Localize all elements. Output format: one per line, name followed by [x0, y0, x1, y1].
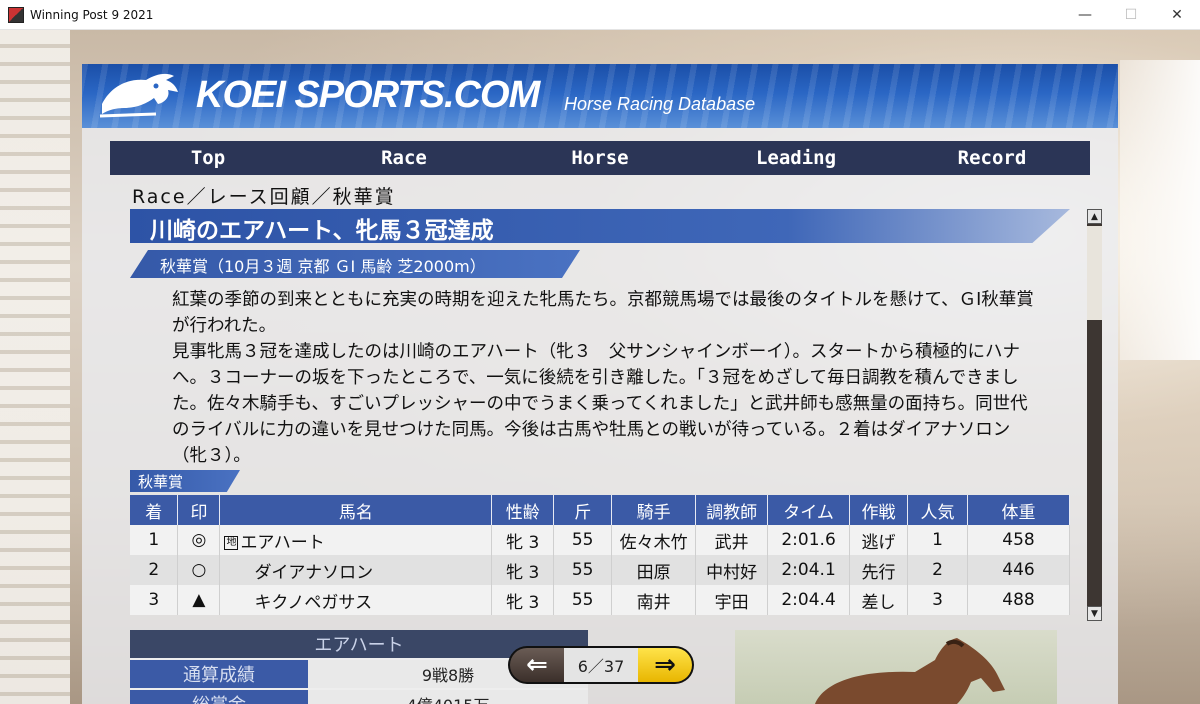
- cell-body-weight: 446: [967, 555, 1071, 585]
- cell-sex-age: 牝 3: [491, 555, 555, 585]
- scroll-up-button[interactable]: ▲: [1087, 209, 1102, 224]
- nav-race[interactable]: Race: [306, 141, 502, 175]
- triangle-up-icon: ▲: [1091, 211, 1098, 222]
- local-horse-badge: 地: [224, 535, 239, 550]
- col-header-popularity: 人気: [907, 495, 968, 525]
- results-table: 着 印 馬名 性齢 斤 騎手 調教師 タイム 作戦 人気 体重 1 ◎ 地エアハ…: [130, 495, 1071, 615]
- prev-page-button[interactable]: ⇐: [510, 648, 564, 682]
- table-row[interactable]: 2 ○ ダイアナソロン 牝 3 55 田原 中村好 2:04.1 先行 2 44…: [130, 555, 1071, 585]
- col-header-body-weight: 体重: [967, 495, 1071, 525]
- cell-position: 2: [130, 555, 179, 585]
- scrollbar-thumb[interactable]: [1087, 226, 1102, 320]
- col-header-weight: 斤: [553, 495, 613, 525]
- col-header-sex-age: 性齢: [491, 495, 555, 525]
- col-header-horse-name: 馬名: [219, 495, 493, 525]
- horse-photo: [735, 630, 1057, 704]
- pager: ⇐ 6／37 ⇒: [508, 646, 694, 684]
- cell-horse-name: キクノペガサス: [219, 585, 493, 615]
- table-row[interactable]: 1 ◎ 地エアハート 牝 3 55 佐々木竹 武井 2:01.6 逃げ 1 45…: [130, 525, 1071, 555]
- article-body: 紅葉の季節の到来とともに充実の時期を迎えた牝馬たち。京都競馬場では最後のタイトル…: [172, 287, 1042, 469]
- cell-popularity: 3: [907, 585, 968, 615]
- window-controls: — ☐ ✕: [1062, 0, 1200, 30]
- cell-popularity: 2: [907, 555, 968, 585]
- col-header-jockey: 騎手: [611, 495, 697, 525]
- cell-trainer: 中村好: [695, 555, 769, 585]
- window-titlebar: Winning Post 9 2021 — ☐ ✕: [0, 0, 1200, 30]
- site-name: KOEI SPORTS.COM: [196, 74, 540, 116]
- cell-time: 2:04.1: [767, 555, 851, 585]
- cell-weight: 55: [553, 585, 613, 615]
- arrow-right-icon: ⇒: [654, 650, 676, 680]
- cell-mark: ○: [177, 555, 221, 585]
- site-header: KOEI SPORTS.COM Horse Racing Database: [82, 64, 1118, 128]
- cell-position: 1: [130, 525, 179, 555]
- results-label: 秋華賞: [138, 473, 184, 491]
- article-paragraph-1: 紅葉の季節の到来とともに充実の時期を迎えた牝馬たち。京都競馬場では最後のタイトル…: [172, 290, 1034, 336]
- cell-sex-age: 牝 3: [491, 525, 555, 555]
- cell-popularity: 1: [907, 525, 968, 555]
- bright-window: [1120, 60, 1200, 360]
- cell-body-weight: 488: [967, 585, 1071, 615]
- app-icon: [8, 6, 24, 23]
- cell-time: 2:01.6: [767, 525, 851, 555]
- cell-horse-name: ダイアナソロン: [219, 555, 493, 585]
- article-paragraph-2: 見事牝馬３冠を達成したのは川崎のエアハート（牝３ 父サンシャインボーイ）。スター…: [172, 342, 1028, 466]
- cell-jockey: 佐々木竹: [611, 525, 697, 555]
- cell-jockey: 南井: [611, 585, 697, 615]
- card-key: 総賞金: [130, 690, 308, 704]
- horse-name: エアハート: [240, 532, 325, 553]
- cell-time: 2:04.4: [767, 585, 851, 615]
- nav-top[interactable]: Top: [110, 141, 306, 175]
- nav-horse[interactable]: Horse: [502, 141, 698, 175]
- cell-position: 3: [130, 585, 179, 615]
- race-info: 秋華賞（10月３週 京都 ＧⅠ 馬齢 芝2000m）: [160, 257, 486, 276]
- cell-jockey: 田原: [611, 555, 697, 585]
- cell-sex-age: 牝 3: [491, 585, 555, 615]
- window-blinds: [0, 30, 70, 704]
- cell-weight: 55: [553, 555, 613, 585]
- col-header-mark: 印: [177, 495, 221, 525]
- cell-tactic: 差し: [849, 585, 908, 615]
- triangle-down-icon: ▼: [1091, 608, 1098, 619]
- scroll-down-button[interactable]: ▼: [1087, 606, 1102, 621]
- cell-trainer: 武井: [695, 525, 769, 555]
- arrow-left-icon: ⇐: [526, 650, 548, 680]
- article-headline: 川崎のエアハート、牝馬３冠達成: [150, 218, 494, 244]
- horse-logo-icon: [99, 73, 178, 118]
- maximize-button[interactable]: ☐: [1108, 0, 1154, 30]
- card-value: 4億4015万: [308, 690, 588, 704]
- col-header-position: 着: [130, 495, 179, 525]
- cell-weight: 55: [553, 525, 613, 555]
- table-row[interactable]: 3 ▲ キクノペガサス 牝 3 55 南井 宇田 2:04.4 差し 3 488: [130, 585, 1071, 615]
- main-nav: Top Race Horse Leading Record: [110, 141, 1090, 175]
- cell-mark: ◎: [177, 525, 221, 555]
- results-header-row: 着 印 馬名 性齢 斤 騎手 調教師 タイム 作戦 人気 体重: [130, 495, 1071, 525]
- breadcrumb: Race／レース回顧／秋華賞: [132, 186, 396, 208]
- col-header-trainer: 調教師: [695, 495, 769, 525]
- card-row-prize: 総賞金 4億4015万: [130, 690, 588, 704]
- horse-image-icon: [815, 638, 1005, 704]
- cell-tactic: 先行: [849, 555, 908, 585]
- next-page-button[interactable]: ⇒: [638, 648, 692, 682]
- window-title: Winning Post 9 2021: [30, 7, 154, 22]
- col-header-time: タイム: [767, 495, 851, 525]
- site-tagline: Horse Racing Database: [564, 94, 756, 114]
- cell-body-weight: 458: [967, 525, 1071, 555]
- nav-record[interactable]: Record: [894, 141, 1090, 175]
- close-button[interactable]: ✕: [1154, 0, 1200, 30]
- cell-mark: ▲: [177, 585, 221, 615]
- col-header-tactic: 作戦: [849, 495, 908, 525]
- cell-tactic: 逃げ: [849, 525, 908, 555]
- minimize-button[interactable]: —: [1062, 0, 1108, 30]
- card-key: 通算成績: [130, 660, 308, 688]
- cell-trainer: 宇田: [695, 585, 769, 615]
- page-counter: 6／37: [564, 648, 638, 682]
- cell-horse-name: 地エアハート: [219, 525, 493, 555]
- nav-leading[interactable]: Leading: [698, 141, 894, 175]
